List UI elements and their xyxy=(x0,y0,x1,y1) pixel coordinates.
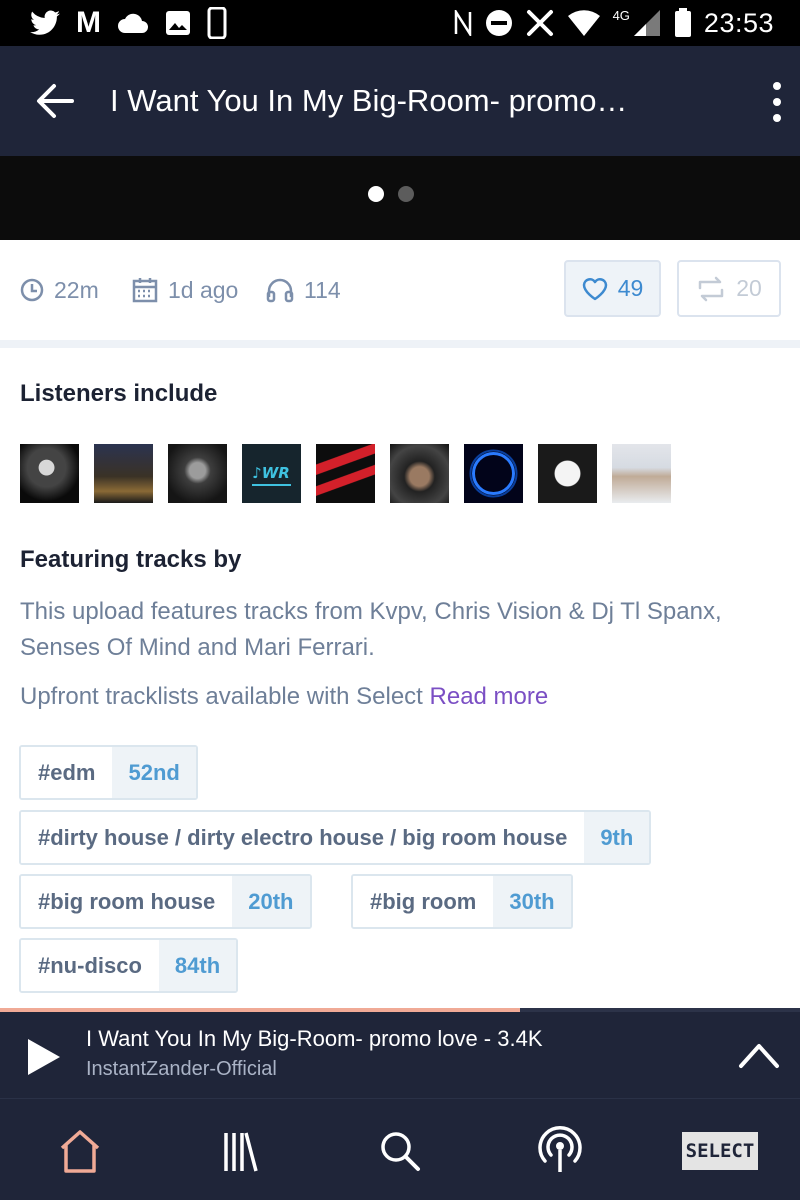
repost-count: 20 xyxy=(736,275,762,301)
now-playing-title: I Want You In My Big-Room- promo love - … xyxy=(86,1026,543,1051)
calendar-icon xyxy=(132,278,158,303)
live-icon xyxy=(538,1126,582,1172)
listens-stat: 114 xyxy=(266,274,341,306)
waves-radio-logo: ♪WR xyxy=(252,464,291,486)
duration-value: 22m xyxy=(54,276,99,303)
tag-chip[interactable]: #nu-disco 84th xyxy=(19,938,239,993)
tag-name: #big room xyxy=(353,876,494,927)
tools-icon xyxy=(526,10,553,36)
featuring-heading: Featuring tracks by xyxy=(20,546,242,573)
repost-button[interactable]: 20 xyxy=(677,260,781,317)
carousel-indicator xyxy=(368,186,414,202)
back-arrow-icon[interactable] xyxy=(32,78,78,124)
clock-icon xyxy=(20,278,44,302)
tag-rank: 9th xyxy=(584,812,650,863)
listens-value: 114 xyxy=(304,276,341,303)
home-icon xyxy=(60,1130,100,1173)
status-bar: M 4G 23:53 xyxy=(0,0,800,46)
phone-icon xyxy=(207,7,227,39)
battery-icon xyxy=(674,8,691,37)
listeners-heading: Listeners include xyxy=(20,380,218,407)
upsell-text: Upfront tracklists available with Select xyxy=(20,683,423,710)
cover-carousel[interactable] xyxy=(0,156,800,240)
cloud-icon xyxy=(118,13,148,33)
uploaded-value: 1d ago xyxy=(168,276,239,303)
clock: 23:53 xyxy=(703,7,774,38)
nav-home[interactable] xyxy=(54,1125,106,1177)
carousel-dot-2[interactable] xyxy=(398,186,414,202)
twitter-icon xyxy=(30,10,60,35)
library-icon xyxy=(224,1132,258,1172)
now-playing-artist: InstantZander-Official xyxy=(86,1058,277,1080)
carousel-dot-1[interactable] xyxy=(368,186,384,202)
tag-chip[interactable]: #big room 30th xyxy=(351,874,573,929)
image-icon xyxy=(166,11,190,35)
signal-icon xyxy=(633,10,660,36)
app-screen: M 4G 23:53 I Want You In My Big-Room- pr… xyxy=(0,0,800,1200)
avatar[interactable] xyxy=(168,444,227,503)
avatar[interactable] xyxy=(316,444,375,503)
deejay-logo xyxy=(469,449,518,498)
heart-icon xyxy=(582,277,607,300)
app-bar: I Want You In My Big-Room- promo… xyxy=(0,46,800,156)
tag-name: #edm xyxy=(21,747,113,798)
tag-name: #dirty house / dirty electro house / big… xyxy=(21,812,585,863)
stats-row: 22m 1d ago 114 49 20 xyxy=(0,240,800,340)
avatar[interactable] xyxy=(464,444,523,503)
tag-name: #nu-disco xyxy=(21,940,159,991)
search-icon xyxy=(381,1132,420,1171)
bottom-nav: SELECT xyxy=(0,1098,800,1200)
page-title: I Want You In My Big-Room- promo… xyxy=(110,83,628,118)
avatar[interactable] xyxy=(612,444,671,503)
uploaded-stat: 1d ago xyxy=(132,274,238,306)
like-count: 49 xyxy=(617,275,644,301)
network-type: 4G xyxy=(612,7,630,23)
tag-name: #big room house xyxy=(21,876,233,927)
gmail-icon: M xyxy=(76,6,101,39)
featuring-text: This upload features tracks from Kvpv, C… xyxy=(20,598,722,661)
avatar[interactable] xyxy=(94,444,153,503)
tag-rank: 20th xyxy=(232,876,310,927)
tag-chip[interactable]: #dirty house / dirty electro house / big… xyxy=(19,810,652,865)
tag-chip[interactable]: #edm 52nd xyxy=(19,745,198,800)
avatar[interactable] xyxy=(538,444,597,503)
wifi-icon xyxy=(567,10,600,36)
play-icon[interactable] xyxy=(24,1036,64,1078)
nav-search[interactable] xyxy=(374,1125,426,1177)
like-button[interactable]: 49 xyxy=(564,260,661,317)
tag-rank: 84th xyxy=(158,940,237,991)
select-button[interactable]: SELECT xyxy=(682,1132,758,1170)
section-divider xyxy=(0,340,800,348)
tag-rank: 30th xyxy=(493,876,571,927)
read-more-link[interactable]: Read more xyxy=(430,683,549,710)
headphones-icon xyxy=(266,278,294,303)
nfc-icon xyxy=(454,10,471,36)
duration-stat: 22m xyxy=(20,274,99,306)
nav-library[interactable] xyxy=(214,1125,266,1177)
nav-live[interactable] xyxy=(534,1125,586,1177)
tag-chip[interactable]: #big room house 20th xyxy=(19,874,312,929)
do-not-disturb-icon xyxy=(485,10,512,36)
svg-text:♪WR: ♪WR xyxy=(252,464,290,482)
avatar[interactable]: ♪WR xyxy=(242,444,301,503)
avatar[interactable] xyxy=(390,444,449,503)
chevron-up-icon[interactable] xyxy=(738,1040,780,1070)
avatar[interactable] xyxy=(20,444,79,503)
tag-rank: 52nd xyxy=(112,747,196,798)
select-upsell: Upfront tracklists available with Select… xyxy=(20,679,780,715)
more-vert-icon[interactable] xyxy=(764,80,790,124)
mini-player[interactable]: I Want You In My Big-Room- promo love - … xyxy=(0,1012,800,1098)
repost-icon xyxy=(698,276,724,301)
